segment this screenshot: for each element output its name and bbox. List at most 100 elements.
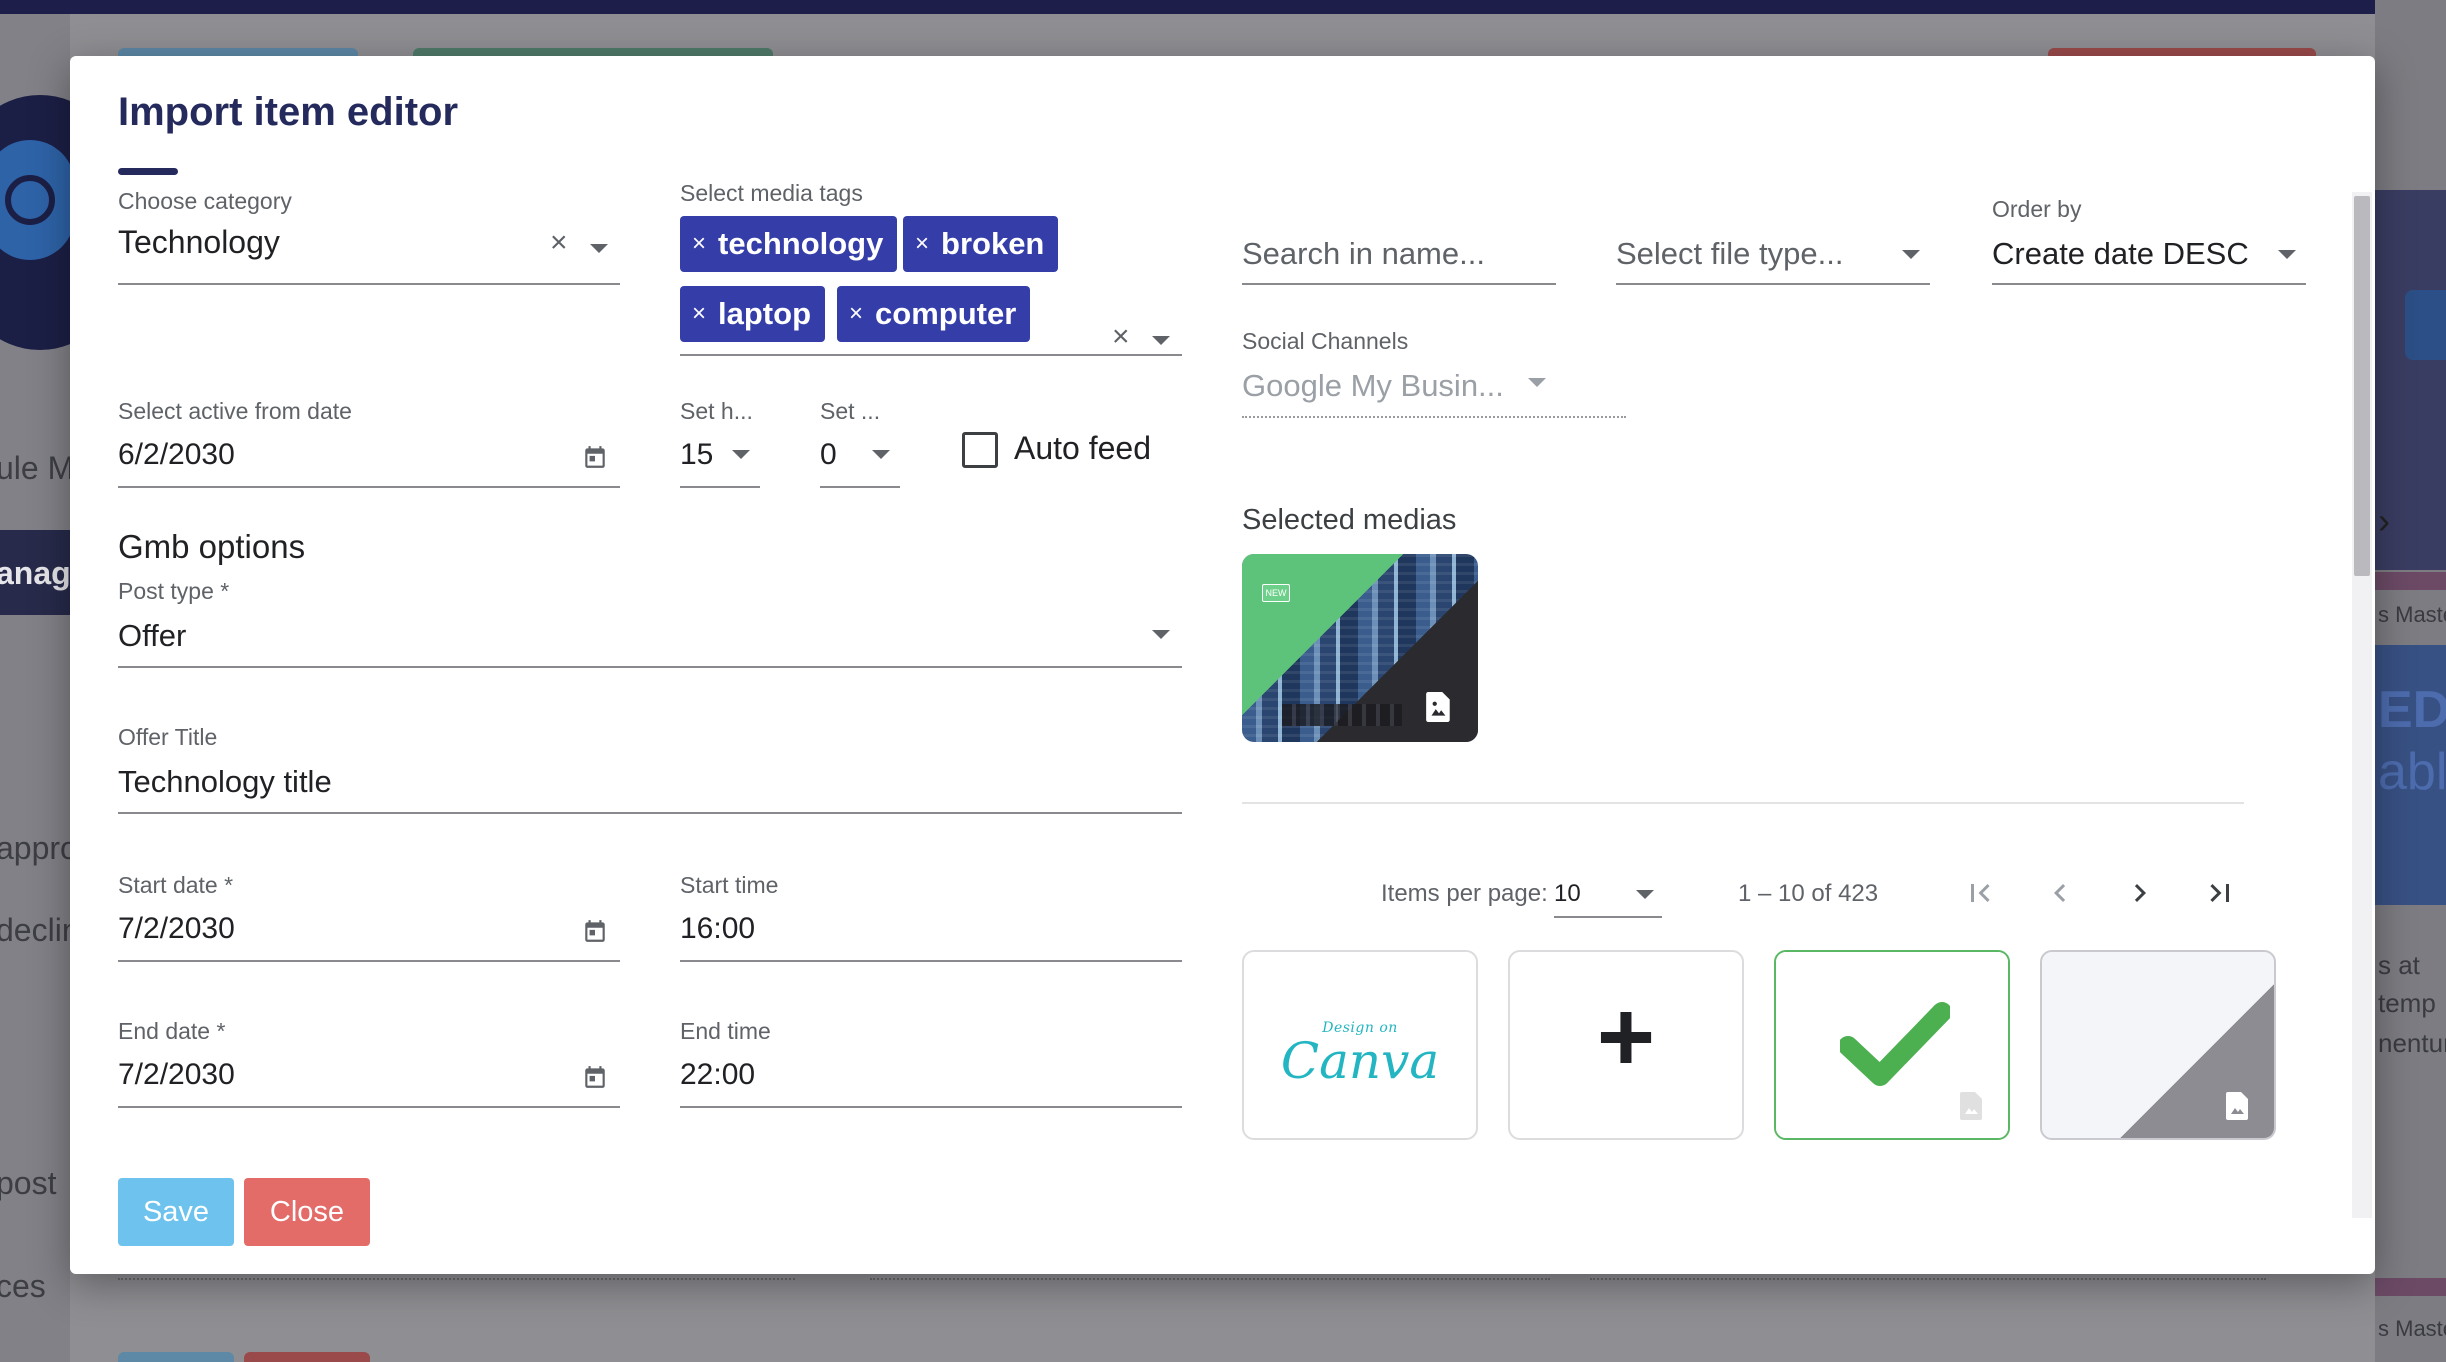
- search-input[interactable]: Search in name...: [1242, 236, 1485, 272]
- chevron-down-icon[interactable]: [1152, 336, 1170, 345]
- selected-media-thumbnail[interactable]: NEW: [1242, 554, 1478, 742]
- offer-title-label: Offer Title: [118, 724, 218, 750]
- image-file-icon: [1960, 1092, 1982, 1120]
- start-date-label: Start date *: [118, 872, 234, 898]
- last-page-icon: [2210, 884, 2229, 902]
- import-item-editor-dialog: Import item editor Choose category Techn…: [70, 56, 2375, 1274]
- bg-fragment: s at: [2378, 950, 2420, 980]
- next-page-icon: [2134, 884, 2146, 902]
- chevron-down-icon[interactable]: [732, 450, 750, 459]
- calendar-icon[interactable]: [582, 1064, 608, 1090]
- tag-chip-label: laptop: [718, 296, 812, 331]
- chevron-down-icon[interactable]: [2278, 250, 2296, 259]
- offer-title-input[interactable]: Technology title: [118, 764, 332, 800]
- bg-fragment: able: [2378, 743, 2446, 801]
- chevron-down-icon[interactable]: [872, 450, 890, 459]
- bg-bottom-button: [118, 1352, 234, 1362]
- gmb-options-heading: Gmb options: [118, 528, 306, 565]
- end-date-label: End date *: [118, 1018, 226, 1044]
- category-select[interactable]: Technology: [118, 224, 280, 261]
- bg-fragment: declin: [0, 912, 80, 948]
- post-type-select[interactable]: Offer: [118, 618, 186, 654]
- add-media-card[interactable]: +: [1508, 950, 1744, 1140]
- end-date-underline: [118, 1106, 620, 1108]
- keyboard-detail: [1282, 704, 1402, 726]
- tag-chip-technology[interactable]: × technology: [680, 216, 898, 272]
- start-date-underline: [118, 960, 620, 962]
- chip-remove-icon[interactable]: ×: [849, 300, 863, 328]
- first-page-icon: [1971, 884, 1990, 902]
- check-icon: [1840, 1002, 1950, 1086]
- clear-icon[interactable]: ×: [1112, 322, 1130, 352]
- start-date-input[interactable]: 7/2/2030: [118, 912, 235, 946]
- search-underline: [1242, 283, 1556, 285]
- start-time-underline: [680, 960, 1182, 962]
- media-tags-underline: [680, 354, 1182, 356]
- order-by-label: Order by: [1992, 196, 2082, 222]
- first-page-button[interactable]: [1958, 871, 2002, 915]
- bg-divider: [118, 1278, 795, 1280]
- end-date-input[interactable]: 7/2/2030: [118, 1058, 235, 1092]
- order-by-select[interactable]: Create date DESC: [1992, 236, 2249, 272]
- chevron-down-icon[interactable]: [590, 244, 608, 253]
- bg-logo-face: [5, 175, 55, 225]
- tag-chip-broken[interactable]: × broken: [903, 216, 1059, 272]
- last-page-button[interactable]: [2198, 871, 2242, 915]
- start-time-input[interactable]: 16:00: [680, 912, 755, 946]
- bg-fragment: ces: [0, 1268, 46, 1304]
- tag-chip-computer[interactable]: × computer: [837, 286, 1031, 342]
- bg-pink-bar: [2375, 572, 2446, 590]
- social-channels-select[interactable]: Google My Busin...: [1242, 368, 1504, 404]
- set-hour-underline: [680, 486, 760, 488]
- dialog-title: Import item editor: [118, 90, 459, 134]
- chevron-down-icon[interactable]: [1528, 378, 1546, 387]
- bg-fragment: s Maste: [2378, 1316, 2446, 1341]
- bg-pink-bar: [2375, 1278, 2446, 1296]
- category-label: Choose category: [118, 188, 292, 214]
- next-page-button[interactable]: [2118, 871, 2162, 915]
- canva-design-card[interactable]: Design on Canva: [1242, 950, 1478, 1140]
- offer-title-underline: [118, 812, 1182, 814]
- title-underline: [118, 168, 178, 175]
- prev-page-icon: [2054, 884, 2066, 902]
- chip-remove-icon[interactable]: ×: [692, 300, 706, 328]
- chevron-down-icon[interactable]: [1636, 890, 1654, 899]
- auto-feed-label: Auto feed: [1014, 430, 1151, 466]
- calendar-icon[interactable]: [582, 444, 608, 470]
- category-underline: [118, 283, 620, 285]
- chevron-down-icon[interactable]: [1902, 250, 1920, 259]
- close-button[interactable]: Close: [244, 1178, 370, 1246]
- set-hour-select[interactable]: 15: [680, 438, 713, 472]
- chevron-down-icon[interactable]: [1152, 630, 1170, 639]
- set-minute-select[interactable]: 0: [820, 438, 837, 472]
- file-type-underline: [1616, 283, 1930, 285]
- active-from-input[interactable]: 6/2/2030: [118, 438, 235, 472]
- plus-icon: +: [1596, 981, 1656, 1093]
- active-from-label: Select active from date: [118, 398, 352, 424]
- items-per-page-select[interactable]: 10: [1554, 880, 1581, 908]
- chip-remove-icon[interactable]: ×: [692, 230, 706, 258]
- bg-fragment: s Maste: [2378, 602, 2446, 627]
- end-time-input[interactable]: 22:00: [680, 1058, 755, 1092]
- chip-remove-icon[interactable]: ×: [915, 230, 929, 258]
- post-type-underline: [118, 666, 1182, 668]
- auto-feed-checkbox[interactable]: [962, 432, 998, 468]
- bg-bottom-button: [244, 1352, 370, 1362]
- save-button[interactable]: Save: [118, 1178, 234, 1246]
- clear-icon[interactable]: ×: [550, 228, 568, 258]
- calendar-icon[interactable]: [582, 918, 608, 944]
- items-per-page-underline: [1554, 916, 1662, 918]
- image-file-icon: [1426, 692, 1450, 722]
- tag-chip-label: computer: [875, 296, 1017, 331]
- bg-fragment: EDIA: [2378, 681, 2446, 739]
- order-by-underline: [1992, 283, 2306, 285]
- tag-chip-laptop[interactable]: × laptop: [680, 286, 826, 342]
- items-per-page-label: Items per page:: [1381, 880, 1548, 907]
- bg-divider: [870, 1278, 1550, 1280]
- selected-media-card[interactable]: [1774, 950, 2010, 1140]
- file-type-select[interactable]: Select file type...: [1616, 236, 1843, 272]
- media-card[interactable]: [2040, 950, 2276, 1140]
- scrollbar-thumb[interactable]: [2354, 196, 2370, 576]
- bg-fragment: nentur: [2378, 1028, 2446, 1058]
- prev-page-button[interactable]: [2038, 871, 2082, 915]
